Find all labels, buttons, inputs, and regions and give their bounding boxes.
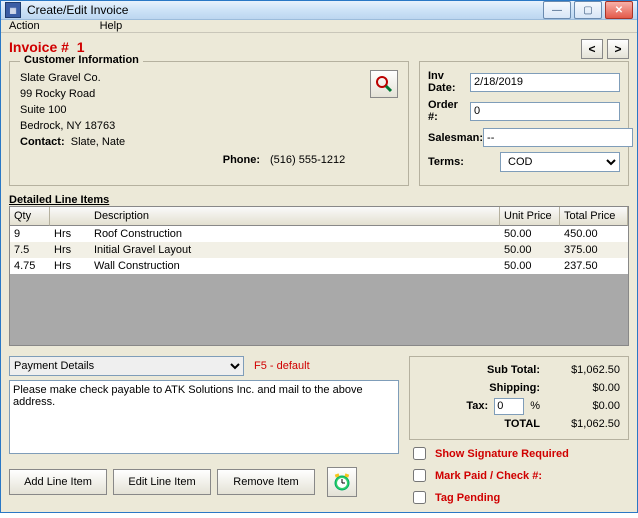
window-title: Create/Edit Invoice (27, 3, 543, 17)
f5-hint: F5 - default (254, 360, 310, 372)
line-items-label: Detailed Line Items (9, 194, 629, 206)
total-value: $1,062.50 (546, 418, 620, 430)
order-label: Order #: (428, 99, 470, 123)
total-label: TOTAL (504, 418, 540, 430)
table-row[interactable]: 4.75HrsWall Construction50.00237.50 (10, 258, 628, 274)
timer-button[interactable] (327, 467, 357, 497)
shipping-value: $0.00 (546, 382, 620, 394)
check-paid[interactable]: Mark Paid / Check #: (409, 466, 629, 485)
inv-date-input[interactable] (470, 73, 620, 92)
tax-label: Tax: (466, 400, 488, 412)
totals-box: Sub Total: $1,062.50 Shipping: $0.00 Tax… (409, 356, 629, 440)
menu-help[interactable]: Help (100, 20, 123, 32)
alarm-clock-icon (331, 471, 353, 493)
app-icon: ▦ (5, 2, 21, 18)
terms-label: Terms: (428, 156, 500, 168)
magnifier-icon (375, 75, 393, 93)
contact-label: Contact: (20, 136, 65, 148)
customer-legend: Customer Information (20, 54, 143, 66)
invoice-fields: Inv Date: Order #: Salesman: Terms: COD (419, 61, 629, 186)
contact-value: Slate, Nate (71, 136, 125, 148)
col-total-price[interactable]: Total Price (560, 207, 628, 226)
remove-line-button[interactable]: Remove Item (217, 469, 315, 495)
subtotal-label: Sub Total: (487, 364, 540, 376)
check-tag-box[interactable] (413, 491, 426, 504)
col-qty[interactable]: Qty (10, 207, 50, 226)
phone-label: Phone: (223, 154, 260, 166)
tax-pct-input[interactable] (494, 398, 524, 415)
check-tag[interactable]: Tag Pending (409, 488, 629, 507)
pct-sign: % (530, 400, 540, 412)
shipping-label: Shipping: (489, 382, 540, 394)
table-row[interactable]: 9HrsRoof Construction50.00450.00 (10, 226, 628, 242)
add-line-button[interactable]: Add Line Item (9, 469, 107, 495)
maximize-button[interactable]: ▢ (574, 1, 602, 19)
customer-addr2: Suite 100 (20, 102, 362, 118)
tax-value: $0.00 (546, 400, 620, 412)
payment-text[interactable] (9, 380, 399, 454)
subtotal-value: $1,062.50 (546, 364, 620, 376)
phone-value: (516) 555-1212 (270, 154, 345, 166)
minimize-button[interactable]: — (543, 1, 571, 19)
customer-name: Slate Gravel Co. (20, 70, 362, 86)
next-button[interactable]: > (607, 39, 629, 59)
salesman-label: Salesman: (428, 132, 483, 144)
inv-date-label: Inv Date: (428, 70, 470, 94)
check-signature-box[interactable] (413, 447, 426, 460)
prev-button[interactable]: < (581, 39, 603, 59)
table-row[interactable]: 7.5HrsInitial Gravel Layout50.00375.00 (10, 242, 628, 258)
invoice-label: Invoice # (9, 39, 69, 55)
check-paid-box[interactable] (413, 469, 426, 482)
customer-addr1: 99 Rocky Road (20, 86, 362, 102)
col-desc[interactable]: Description (50, 207, 500, 226)
search-customer-button[interactable] (370, 70, 398, 98)
salesman-input[interactable] (483, 128, 633, 147)
close-button[interactable]: ✕ (605, 1, 633, 19)
menu-action[interactable]: Action (9, 20, 40, 32)
titlebar[interactable]: ▦ Create/Edit Invoice — ▢ ✕ (1, 1, 637, 20)
order-input[interactable] (470, 102, 620, 121)
check-signature[interactable]: Show Signature Required (409, 444, 629, 463)
app-window: ▦ Create/Edit Invoice — ▢ ✕ Action Help … (0, 0, 638, 513)
invoice-number: 1 (77, 39, 85, 55)
col-unit-price[interactable]: Unit Price (500, 207, 560, 226)
edit-line-button[interactable]: Edit Line Item (113, 469, 211, 495)
customer-group: Customer Information Slate Gravel Co. 99… (9, 61, 409, 186)
customer-citystate: Bedrock, NY 18763 (20, 118, 362, 134)
line-items-grid: Qty Description Unit Price Total Price 9… (9, 206, 629, 346)
terms-select[interactable]: COD (500, 152, 620, 172)
menubar: Action Help (1, 20, 637, 33)
payment-select[interactable]: Payment Details (9, 356, 244, 376)
